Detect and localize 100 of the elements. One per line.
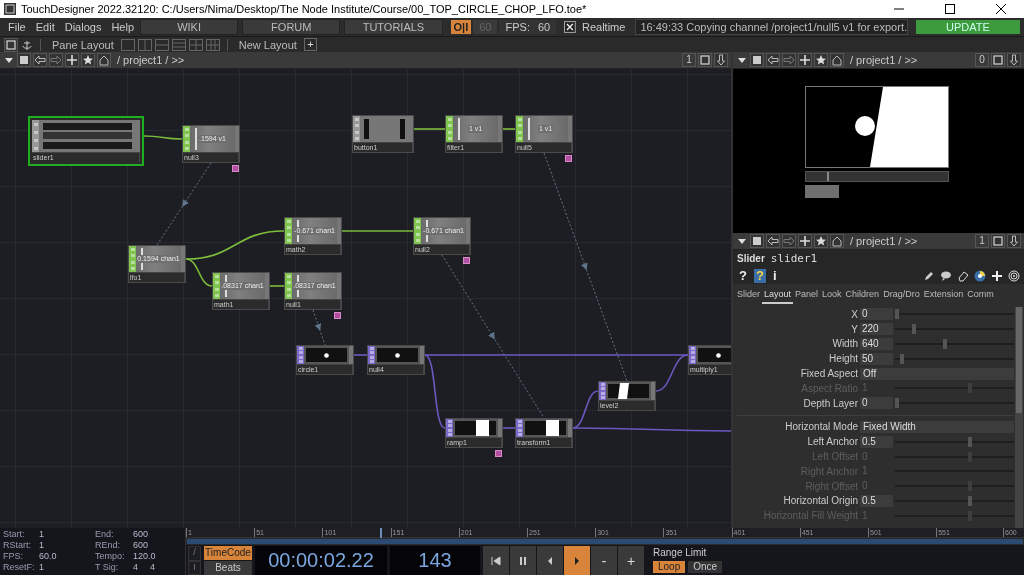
eraser-icon[interactable] bbox=[957, 269, 969, 282]
stop-button[interactable] bbox=[750, 234, 764, 248]
step-back-button[interactable] bbox=[537, 546, 563, 575]
help-button[interactable]: ? bbox=[753, 268, 766, 283]
slider-track[interactable] bbox=[895, 436, 1014, 447]
add-button[interactable] bbox=[798, 53, 812, 67]
star-button[interactable] bbox=[814, 234, 828, 248]
parameter-tab[interactable]: Drag/Dro bbox=[881, 289, 922, 304]
input-connector[interactable] bbox=[32, 120, 39, 152]
slider-thumb[interactable] bbox=[942, 339, 947, 349]
close-icon[interactable] bbox=[995, 3, 1007, 15]
value-field[interactable]: 0 bbox=[860, 308, 893, 321]
range-mode-button[interactable]: Once bbox=[688, 561, 723, 573]
play-button[interactable] bbox=[564, 546, 590, 575]
plus-button[interactable]: + bbox=[618, 546, 644, 575]
layout-grid-icon[interactable] bbox=[205, 38, 220, 51]
input-connector[interactable] bbox=[285, 273, 292, 299]
minus-button[interactable]: - bbox=[591, 546, 617, 575]
viewer-flag-icon[interactable] bbox=[463, 257, 470, 264]
menu-item[interactable]: Help bbox=[107, 21, 138, 33]
layout-grid-icon[interactable] bbox=[188, 38, 203, 51]
comment-icon[interactable] bbox=[940, 269, 952, 282]
back-button[interactable] bbox=[766, 53, 780, 67]
small-button[interactable]: / bbox=[188, 546, 201, 561]
viewer-flag-icon[interactable] bbox=[495, 450, 502, 457]
input-connector[interactable] bbox=[368, 346, 375, 364]
value-field[interactable]: 0.5 bbox=[860, 435, 893, 448]
window-button[interactable] bbox=[4, 37, 18, 52]
value-field[interactable]: 220 bbox=[860, 323, 893, 336]
input-connector[interactable] bbox=[285, 218, 292, 244]
value-field[interactable]: 50 bbox=[860, 352, 893, 365]
home-button[interactable] bbox=[97, 53, 111, 67]
input-connector[interactable] bbox=[446, 419, 453, 437]
input-connector[interactable] bbox=[353, 116, 360, 142]
scrollbar[interactable] bbox=[1015, 307, 1023, 528]
star-button[interactable] bbox=[81, 53, 95, 67]
start-button[interactable] bbox=[483, 546, 509, 575]
link-button[interactable]: TUTORIALS bbox=[344, 19, 443, 35]
input-connector[interactable] bbox=[297, 346, 304, 364]
layout-grid-icon[interactable] bbox=[154, 38, 169, 51]
input-connector[interactable] bbox=[516, 419, 523, 437]
layout-grid-icon[interactable] bbox=[137, 38, 152, 51]
slider-thumb[interactable] bbox=[895, 398, 900, 409]
value-field[interactable]: 0.5 bbox=[860, 494, 893, 507]
input-connector[interactable] bbox=[689, 346, 696, 364]
stop-button[interactable] bbox=[750, 53, 764, 67]
network-path[interactable]: / project1 / >> bbox=[846, 54, 973, 66]
viewer-flag-icon[interactable] bbox=[334, 312, 341, 319]
time-mode-button[interactable]: Beats bbox=[204, 561, 252, 575]
forward-button[interactable] bbox=[782, 53, 796, 67]
parameter-tab[interactable]: Children bbox=[843, 289, 882, 304]
input-connector[interactable] bbox=[414, 218, 421, 244]
menu-item[interactable]: Dialogs bbox=[60, 21, 106, 33]
target-icon[interactable] bbox=[1008, 269, 1020, 282]
input-connector[interactable] bbox=[516, 116, 523, 142]
slider-thumb[interactable] bbox=[895, 309, 900, 320]
input-connector[interactable] bbox=[129, 246, 136, 272]
realtime-checkbox[interactable] bbox=[564, 21, 576, 33]
pane-index[interactable]: 0 bbox=[975, 53, 989, 67]
parameter-tab[interactable]: Panel bbox=[793, 289, 821, 304]
viewer-flag-icon[interactable] bbox=[565, 155, 572, 162]
playhead[interactable] bbox=[379, 528, 382, 538]
perform-mode-button[interactable]: O|I bbox=[450, 20, 472, 34]
stop-button[interactable] bbox=[17, 53, 31, 67]
viewer-flag-icon[interactable] bbox=[232, 165, 239, 172]
pause-button[interactable] bbox=[510, 546, 536, 575]
forward-button[interactable] bbox=[49, 53, 63, 67]
star-button[interactable] bbox=[814, 53, 828, 67]
pane-index[interactable]: 1 bbox=[975, 234, 989, 248]
value-field[interactable]: 0 bbox=[860, 397, 893, 410]
menu-item[interactable]: Edit bbox=[31, 21, 59, 33]
slider-thumb[interactable] bbox=[912, 324, 917, 335]
time-mode-button[interactable]: TimeCode bbox=[204, 546, 252, 560]
pencil-icon[interactable] bbox=[923, 269, 935, 282]
help-button[interactable]: i bbox=[770, 268, 779, 283]
value-field[interactable]: 640 bbox=[860, 338, 893, 350]
help-button[interactable]: ? bbox=[737, 268, 749, 283]
link-button[interactable]: WIKI bbox=[140, 19, 239, 35]
maximize-button[interactable] bbox=[991, 53, 1005, 67]
anchor-icon[interactable] bbox=[21, 38, 33, 51]
add-icon[interactable] bbox=[991, 269, 1003, 282]
add-button[interactable] bbox=[798, 234, 812, 248]
dropdown-field[interactable]: Off bbox=[860, 367, 1014, 380]
slider-thumb[interactable] bbox=[900, 353, 905, 364]
dropdown-field[interactable]: Fixed Width bbox=[860, 420, 1014, 433]
range-mode-button[interactable]: Loop bbox=[653, 561, 686, 573]
input-connector[interactable] bbox=[599, 382, 606, 400]
slider-thumb[interactable] bbox=[967, 495, 972, 506]
network-path[interactable]: / project1 / >> bbox=[113, 54, 680, 66]
parameter-tab[interactable]: Slider bbox=[735, 289, 762, 304]
pane-index[interactable]: 1 bbox=[682, 53, 696, 67]
slider-thumb[interactable] bbox=[967, 436, 972, 447]
input-connector[interactable] bbox=[213, 273, 220, 299]
layout-grid-icon[interactable] bbox=[171, 38, 186, 51]
input-connector[interactable] bbox=[446, 116, 453, 142]
parameter-tab[interactable]: Look bbox=[820, 289, 844, 304]
maximize-button[interactable] bbox=[991, 234, 1005, 248]
maximize-icon[interactable] bbox=[944, 3, 956, 15]
maximize-button[interactable] bbox=[698, 53, 712, 67]
home-button[interactable] bbox=[830, 234, 844, 248]
